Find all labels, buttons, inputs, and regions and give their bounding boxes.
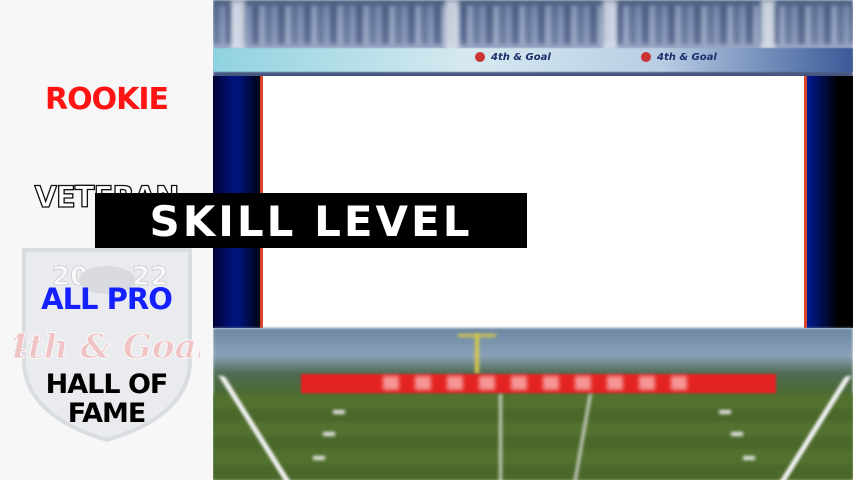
skill-option-rookie[interactable]: ROOKIE (0, 82, 213, 117)
football-icon (641, 52, 651, 62)
skill-option-hall-of-fame-label: HALL OF FAME (45, 369, 169, 429)
ribbon-ad-text: 4th & Goal (657, 52, 717, 63)
skill-option-all-pro[interactable]: ALL PRO (0, 282, 213, 316)
watermark-brand: 4th & Goal (14, 327, 200, 367)
stadium-pillar (231, 0, 245, 50)
yard-line (499, 394, 502, 480)
hash-mark (323, 432, 335, 436)
endzone-lettering (383, 376, 703, 390)
football-icon (475, 52, 485, 62)
stadium-pillar (761, 0, 775, 50)
skill-option-hall-of-fame[interactable]: HALL OF FAME (0, 370, 213, 428)
stadium-pillar (603, 0, 617, 50)
football-field (213, 394, 853, 480)
stadium-pillar (445, 0, 459, 50)
hash-mark (719, 410, 731, 414)
ribbon-ad: 4th & Goal (641, 52, 717, 68)
goalpost-crossbar (458, 334, 496, 337)
scoreboard-frame-edge (803, 76, 853, 328)
crowd-strip (213, 6, 853, 44)
screen-title: SKILL LEVEL (95, 193, 527, 248)
ribbon-ad: 4th & Goal (475, 52, 551, 68)
hash-mark (313, 456, 325, 460)
ribbon-ad-text: 4th & Goal (491, 52, 551, 63)
hash-mark (731, 432, 743, 436)
hash-mark (333, 410, 345, 414)
goalpost (475, 334, 479, 374)
hash-mark (743, 456, 755, 460)
